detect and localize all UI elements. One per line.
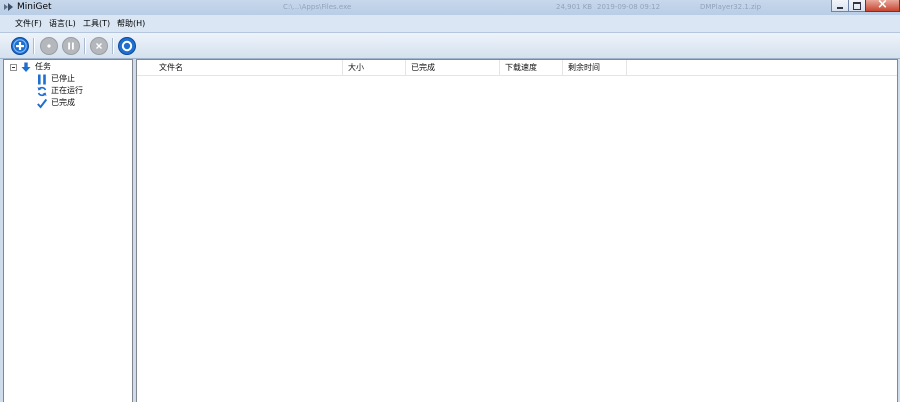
toolbar-separator — [84, 38, 86, 54]
pause-task-button[interactable] — [62, 37, 80, 55]
background-text: 24,901 KB — [556, 3, 593, 11]
window-title: MiniGet — [17, 2, 52, 12]
title-bar: MiniGet C:\...\Apps\Files.exe 24,901 KB … — [0, 0, 900, 15]
collapse-toggle-icon[interactable] — [10, 63, 17, 71]
background-text: DMPlayer32.1.zip — [700, 3, 762, 11]
background-text: C:\...\Apps\Files.exe — [283, 3, 352, 11]
tree-item-running[interactable]: 正在运行 — [37, 85, 83, 97]
column-header-completed[interactable]: 已完成 — [406, 60, 500, 75]
tree-item-label: 任务 — [35, 62, 51, 71]
column-header-size[interactable]: 大小 — [343, 60, 406, 75]
tree-item-label: 正在运行 — [51, 86, 83, 95]
background-text: 2019-09-08 09:12 — [597, 3, 661, 11]
menu-help[interactable]: 帮助(H) — [117, 18, 145, 29]
close-button[interactable] — [865, 0, 900, 12]
download-list: 文件名 大小 已完成 下载速度 剩余时间 — [136, 59, 898, 402]
refresh-icon — [37, 86, 47, 96]
check-icon — [37, 98, 47, 109]
menu-tools[interactable]: 工具(T) — [83, 18, 110, 29]
toolbar — [0, 33, 900, 59]
toolbar-separator — [112, 38, 114, 54]
menu-file[interactable]: 文件(F) — [15, 18, 42, 29]
menu-language[interactable]: 语言(L) — [49, 18, 76, 29]
tree-item-label: 已完成 — [51, 98, 75, 107]
delete-task-button[interactable] — [90, 37, 108, 55]
menu-bar: 文件(F) 语言(L) 工具(T) 帮助(H) — [0, 15, 900, 33]
window-controls — [831, 0, 900, 12]
settings-button[interactable] — [118, 37, 136, 55]
tree-item-completed[interactable]: 已完成 — [37, 97, 75, 109]
minimize-button[interactable] — [831, 0, 849, 12]
list-header: 文件名 大小 已完成 下载速度 剩余时间 — [137, 60, 897, 76]
tree-item-label: 已停止 — [51, 74, 75, 83]
column-header-time-remaining[interactable]: 剩余时间 — [563, 60, 627, 75]
start-task-button[interactable] — [40, 37, 58, 55]
down-arrow-icon — [21, 62, 31, 72]
toolbar-separator — [33, 38, 35, 54]
add-task-button[interactable] — [11, 37, 29, 55]
app-icon — [4, 3, 13, 11]
tree-item-stopped[interactable]: 已停止 — [37, 73, 75, 85]
column-header-filename[interactable]: 文件名 — [137, 60, 343, 75]
category-tree: 任务 已停止 正在运行 已完成 — [3, 59, 133, 402]
maximize-button[interactable] — [848, 0, 866, 12]
column-header-download-speed[interactable]: 下载速度 — [500, 60, 563, 75]
pause-bars-icon — [38, 74, 46, 84]
tree-item-tasks[interactable]: 任务 — [10, 61, 51, 73]
